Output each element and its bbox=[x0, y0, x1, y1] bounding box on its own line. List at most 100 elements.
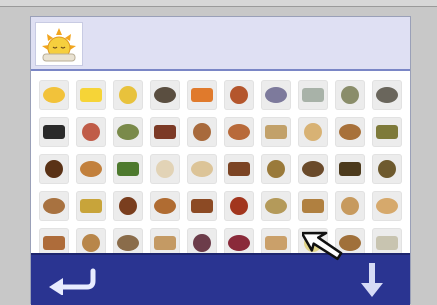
symbol-cell[interactable] bbox=[76, 117, 106, 147]
symbol-cell[interactable] bbox=[150, 191, 180, 221]
symbol-cell[interactable] bbox=[187, 117, 217, 147]
orange-icon bbox=[191, 88, 213, 102]
bread-loaf-icon bbox=[304, 123, 322, 141]
symbol-cell[interactable] bbox=[261, 154, 291, 184]
symbol-cell[interactable] bbox=[335, 154, 365, 184]
dumpling-icon bbox=[376, 236, 398, 250]
pastry-ring-icon bbox=[80, 161, 102, 177]
symbol-cell[interactable] bbox=[372, 117, 402, 147]
meat-pieces-icon bbox=[119, 197, 137, 215]
symbol-cell[interactable] bbox=[113, 154, 143, 184]
sardines-icon bbox=[302, 88, 324, 102]
round-loaf-icon bbox=[117, 235, 139, 251]
sliced-bread-icon bbox=[339, 124, 361, 140]
symbol-cell[interactable] bbox=[261, 191, 291, 221]
symbol-cell[interactable] bbox=[298, 154, 328, 184]
cracker-icon bbox=[191, 161, 213, 177]
symbol-cell[interactable] bbox=[150, 154, 180, 184]
sleeping-sun-icon bbox=[42, 28, 76, 62]
bread-slices-icon bbox=[43, 236, 65, 250]
symbol-cell[interactable] bbox=[39, 191, 69, 221]
small-fruit-icon bbox=[230, 86, 248, 104]
raven-icon bbox=[43, 125, 65, 139]
symbol-cell[interactable] bbox=[39, 80, 69, 110]
symbol-cell[interactable] bbox=[261, 80, 291, 110]
dried-herb-icon bbox=[378, 160, 396, 178]
flowers-icon bbox=[304, 234, 322, 252]
grape-bunch-icon bbox=[193, 234, 211, 252]
grain-sack-icon bbox=[265, 198, 287, 214]
symbol-cell[interactable] bbox=[372, 154, 402, 184]
stick-icon bbox=[265, 125, 287, 139]
selected-symbol-tile[interactable] bbox=[35, 22, 83, 66]
grain-pile-icon bbox=[267, 160, 285, 178]
crescent-moon-icon bbox=[119, 86, 137, 104]
dried-fish-icon bbox=[302, 161, 324, 177]
symbol-cell[interactable] bbox=[298, 80, 328, 110]
symbol-cell[interactable] bbox=[187, 154, 217, 184]
symbol-cell[interactable] bbox=[335, 117, 365, 147]
symbol-cell[interactable] bbox=[224, 80, 254, 110]
symbol-cell[interactable] bbox=[187, 191, 217, 221]
symbol-cell[interactable] bbox=[335, 80, 365, 110]
symbol-grid bbox=[39, 80, 402, 258]
plate-icon bbox=[156, 160, 174, 178]
window-top-strip bbox=[0, 0, 437, 7]
small-loaves-icon bbox=[43, 198, 65, 214]
selection-bar bbox=[31, 17, 410, 71]
round-bun-icon bbox=[376, 198, 398, 214]
dark-leaf-icon bbox=[339, 162, 361, 176]
pretzel-icon bbox=[82, 123, 100, 141]
lizard-icon bbox=[341, 86, 359, 104]
symbol-board bbox=[30, 16, 411, 305]
navigation-bar bbox=[31, 253, 410, 305]
sleeping-sun-icon bbox=[43, 87, 65, 103]
curved-horn-icon bbox=[45, 160, 63, 178]
symbol-cell[interactable] bbox=[150, 117, 180, 147]
cabbage-icon bbox=[376, 125, 398, 139]
rolls-icon bbox=[82, 234, 100, 252]
back-arrow-icon bbox=[49, 268, 96, 295]
roast-bird-icon bbox=[191, 199, 213, 213]
loaf-pair-icon bbox=[339, 235, 361, 251]
pasta-icon bbox=[265, 236, 287, 250]
fruit-pile-icon bbox=[80, 199, 102, 213]
berries-icon bbox=[228, 235, 250, 251]
meat-chunks-icon bbox=[228, 162, 250, 176]
symbol-cell[interactable] bbox=[224, 117, 254, 147]
symbol-cell[interactable] bbox=[39, 154, 69, 184]
roast-drumstick-icon bbox=[154, 198, 176, 214]
meat-platter-icon bbox=[230, 197, 248, 215]
symbol-cell[interactable] bbox=[224, 154, 254, 184]
symbol-cell[interactable] bbox=[372, 191, 402, 221]
symbol-cell[interactable] bbox=[187, 80, 217, 110]
back-button[interactable] bbox=[41, 263, 101, 297]
down-arrow-icon bbox=[361, 263, 383, 297]
symbol-cell[interactable] bbox=[76, 154, 106, 184]
symbol-cell[interactable] bbox=[76, 80, 106, 110]
bread-basket-icon bbox=[302, 199, 324, 213]
loaves-icon bbox=[193, 123, 211, 141]
symbol-cell[interactable] bbox=[39, 117, 69, 147]
wheat-bundle-icon bbox=[228, 124, 250, 140]
symbol-cell[interactable] bbox=[261, 117, 291, 147]
symbol-cell[interactable] bbox=[372, 80, 402, 110]
symbol-cell[interactable] bbox=[76, 191, 106, 221]
vegetable-bowl-icon bbox=[117, 124, 139, 140]
greens-icon bbox=[117, 162, 139, 176]
scroll-down-button[interactable] bbox=[352, 255, 392, 303]
symbol-cell[interactable] bbox=[335, 191, 365, 221]
baguette-icon bbox=[154, 236, 176, 250]
symbol-cell[interactable] bbox=[224, 191, 254, 221]
salad-icon bbox=[154, 125, 176, 139]
symbol-cell[interactable] bbox=[113, 191, 143, 221]
goat-icon bbox=[376, 87, 398, 103]
bird-flowers-icon bbox=[265, 87, 287, 103]
bagel-icon bbox=[341, 197, 359, 215]
symbol-cell[interactable] bbox=[150, 80, 180, 110]
cow-icon bbox=[154, 87, 176, 103]
symbol-cell[interactable] bbox=[298, 117, 328, 147]
symbol-cell[interactable] bbox=[113, 117, 143, 147]
symbol-cell[interactable] bbox=[113, 80, 143, 110]
symbol-cell[interactable] bbox=[298, 191, 328, 221]
